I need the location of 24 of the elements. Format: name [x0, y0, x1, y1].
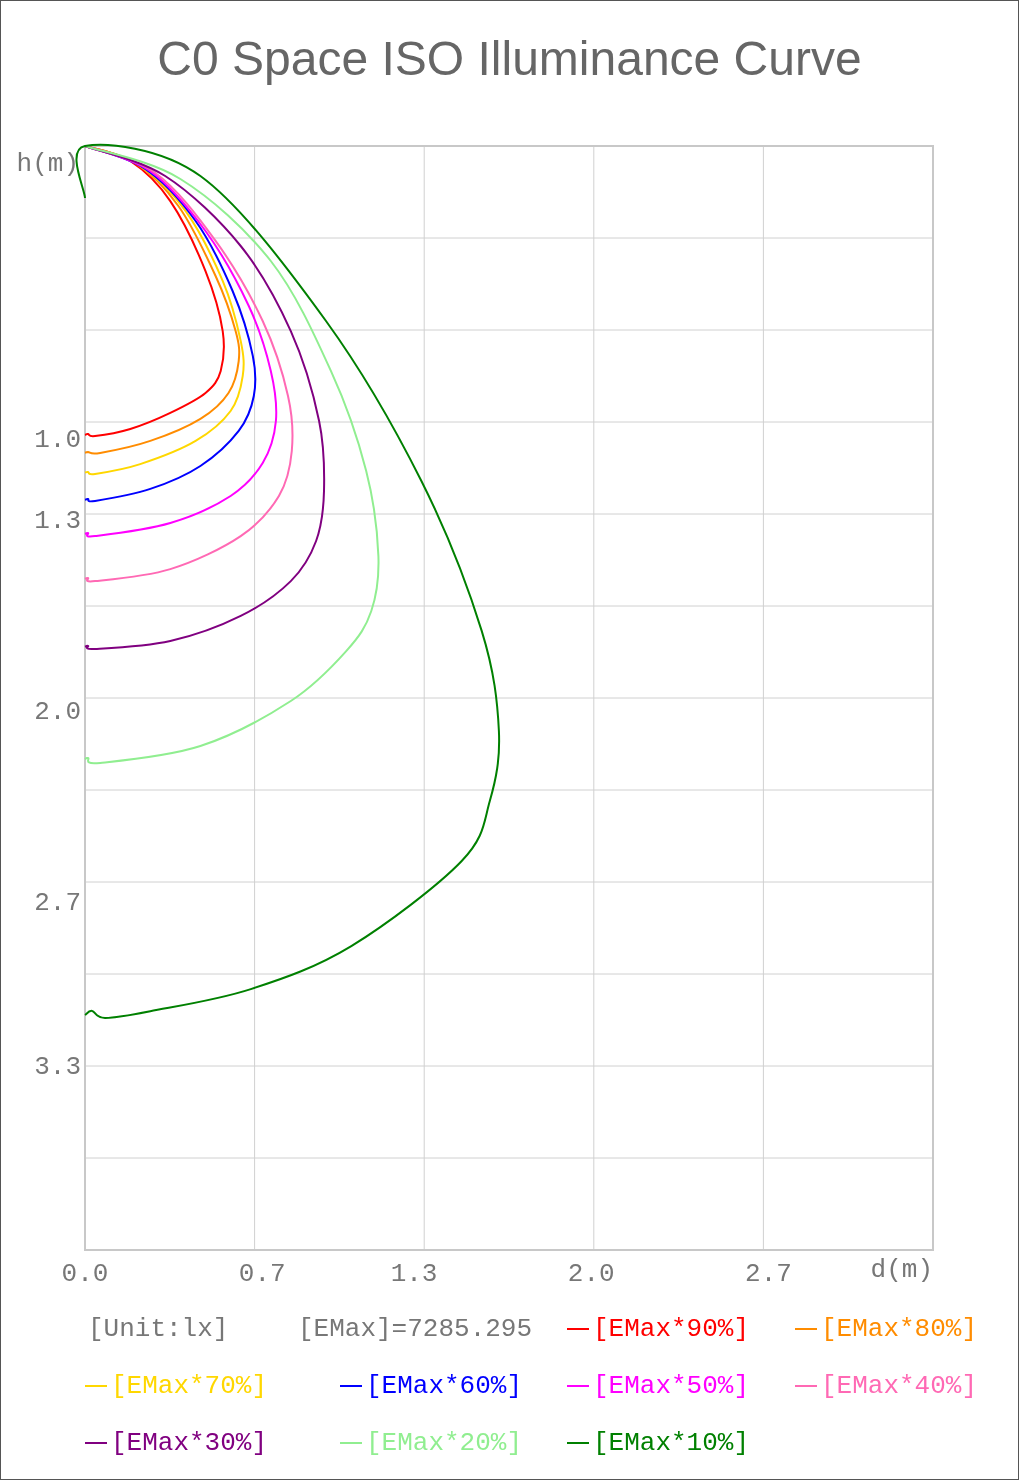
x-tick-label: 0.7 [238, 1259, 286, 1289]
legend-label: [EMax*50%] [593, 1370, 750, 1401]
x-tick-label: 2.7 [745, 1259, 792, 1289]
legend-label: [EMax*70%] [111, 1370, 268, 1401]
legend-label: [EMax*30%] [111, 1427, 268, 1458]
legend-label: [EMax*40%] [821, 1370, 978, 1401]
y-tick-label: 2.0 [34, 697, 81, 728]
y-axis-label: h(m) [16, 149, 79, 179]
x-tick-label: 2.0 [567, 1259, 615, 1289]
legend-label: [EMax*80%] [821, 1313, 978, 1344]
y-tick-label: 3.3 [34, 1051, 81, 1082]
chart-title: C0 Space ISO Illuminance Curve [156, 30, 863, 87]
x-tick-label: 1.3 [390, 1259, 438, 1289]
y-tick-label: 1.0 [34, 424, 81, 455]
legend-label: [EMax*10%] [593, 1427, 750, 1458]
legend-label: [EMax*20%] [366, 1427, 523, 1458]
x-axis-label: d(m) [870, 1255, 933, 1285]
y-tick-label: 2.7 [34, 888, 81, 919]
emax-label: [EMax]=7285.295 [297, 1313, 533, 1344]
unit-label: [Unit:lx] [87, 1313, 229, 1344]
y-tick-label: 1.3 [34, 506, 81, 537]
x-tick-label: 0.0 [61, 1259, 109, 1289]
legend-label: [EMax*90%] [593, 1313, 750, 1344]
legend-label: [EMax*60%] [366, 1370, 523, 1401]
